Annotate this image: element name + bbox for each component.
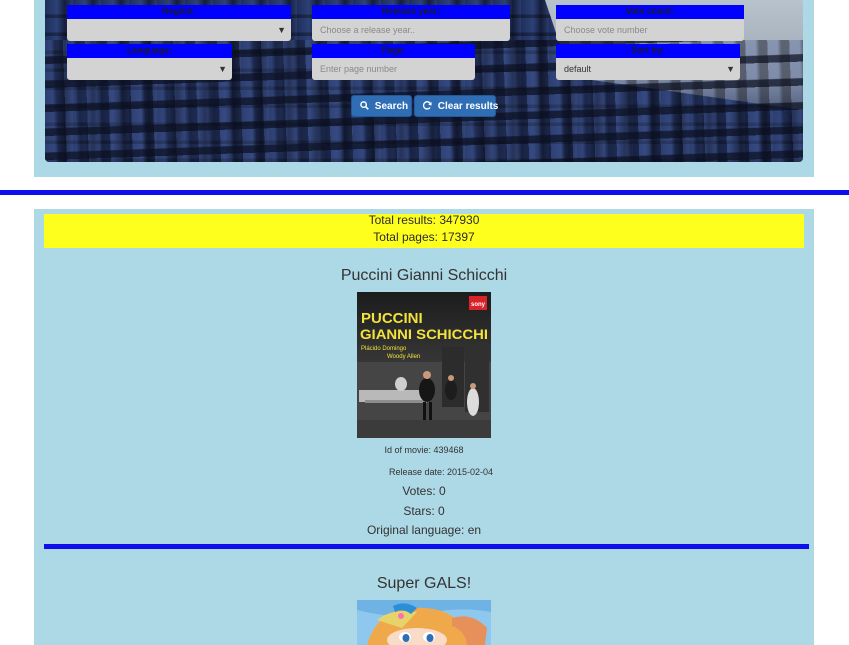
refresh-icon [422, 101, 435, 112]
poster-title-line1: PUCCINI [361, 310, 423, 327]
clear-results-button-label: Clear results [437, 101, 499, 112]
region-filter: Region: ▼ [67, 5, 291, 41]
movie-release-date: Release date: 2015-02-04 [388, 467, 494, 477]
dropdown-arrow-icon: ▼ [277, 25, 286, 35]
movie-title: Super GALS! [376, 575, 472, 592]
poster-logo: sony [471, 302, 486, 308]
section-divider [0, 190, 849, 195]
release-year-input[interactable]: Choose a release year.. [312, 19, 510, 41]
page-filter: Page: Enter page number [312, 44, 475, 80]
movie-poster[interactable] [357, 600, 491, 645]
poster-cast-line1: Plácido Domingo [361, 346, 407, 352]
page-input[interactable]: Enter page number [312, 58, 475, 80]
movie-stars: Stars: 0 [403, 504, 445, 518]
page-label: Page: [312, 44, 475, 58]
search-button[interactable]: Search [351, 95, 412, 117]
clear-results-button[interactable]: Clear results [414, 95, 499, 117]
results-summary: Total results: 347930 Total pages: 17397 [44, 213, 804, 248]
vote-count-label: Vote count: [556, 5, 744, 19]
sort-by-label: Sort by: [556, 44, 740, 58]
movie-id: Id of movie: 439468 [384, 445, 464, 455]
movie-title: Puccini Gianni Schicchi [340, 267, 508, 284]
total-pages: Total pages: 17397 [373, 230, 475, 244]
search-button-label: Search [374, 101, 409, 112]
language-label: Language: [67, 44, 232, 58]
sort-by-filter: Sort by: default ▼ [556, 44, 740, 80]
movie-votes: Votes: 0 [402, 484, 446, 498]
movie-poster[interactable]: sony PUCCINI GIANNI SCHICCHI Plácido Dom… [357, 292, 491, 438]
movie-original-language: Original language: en [366, 523, 482, 537]
dropdown-arrow-icon: ▼ [218, 64, 227, 74]
release-year-label: Release year: [312, 5, 510, 19]
language-filter: Language: ▼ [67, 44, 232, 80]
search-icon [360, 101, 372, 112]
vote-count-filter: Vote count: Choose vote number [556, 5, 744, 41]
poster-cast-line2: Woody Allen [387, 354, 420, 360]
release-year-filter: Release year: Choose a release year.. [312, 5, 510, 41]
language-select[interactable]: ▼ [67, 58, 232, 80]
vote-count-input[interactable]: Choose vote number [556, 19, 744, 41]
total-results: Total results: 347930 [368, 213, 480, 227]
region-label: Region: [67, 5, 291, 19]
sort-by-select[interactable]: default ▼ [556, 58, 740, 80]
region-select[interactable]: ▼ [67, 19, 291, 41]
dropdown-arrow-icon: ▼ [726, 64, 735, 74]
sort-by-select-value: default [564, 64, 592, 74]
poster-title-line2: GIANNI SCHICCHI [360, 326, 488, 342]
movie-separator [44, 544, 809, 549]
